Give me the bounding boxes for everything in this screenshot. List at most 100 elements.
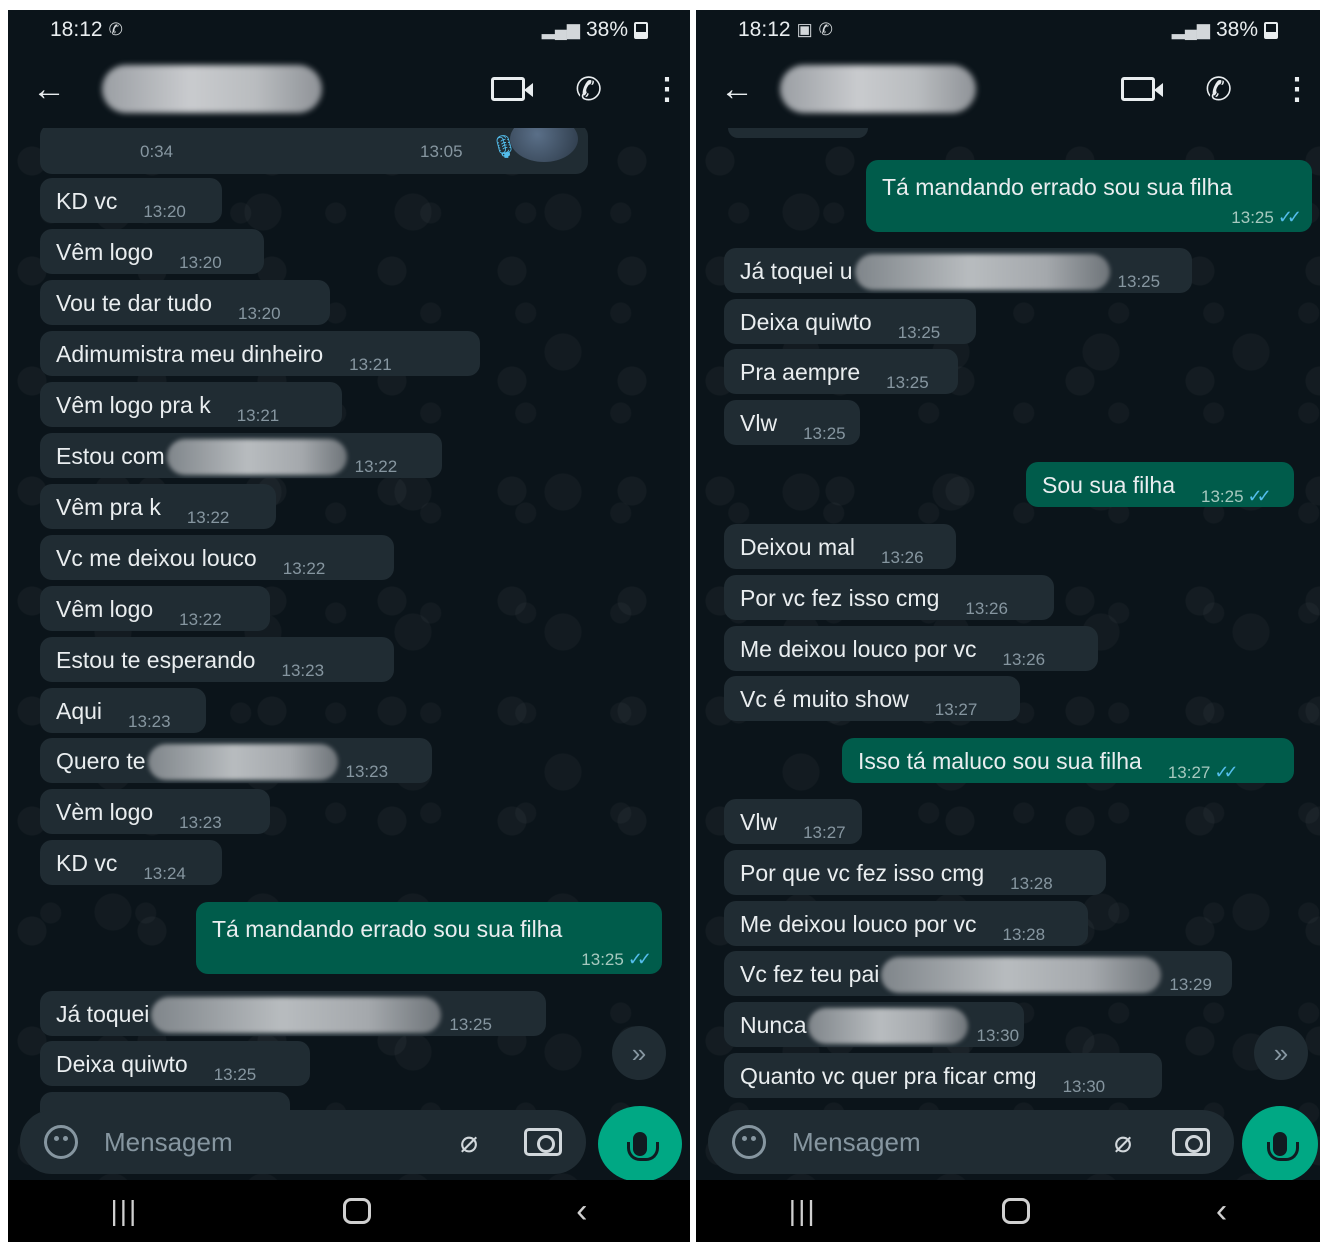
- message-time: 13:20: [143, 202, 186, 221]
- message-time: 13:23: [179, 813, 222, 832]
- incoming-message[interactable]: Deixa quiwto 13:25: [724, 299, 976, 344]
- contact-name-redacted[interactable]: [102, 65, 322, 113]
- incoming-message[interactable]: KD vc 13:24: [40, 840, 222, 885]
- message-time: 13:27 ✓✓: [1167, 762, 1239, 782]
- message-time: 13:25: [1117, 272, 1161, 291]
- phone-screen-left: 18:12 ✆ ▂▄▆ 38% ← ✆ ⋮ 0:34 13:05 🎙 KD vc…: [8, 10, 690, 1242]
- outgoing-message[interactable]: Sou sua filha 13:25 ✓✓: [1026, 462, 1294, 507]
- incoming-message[interactable]: Já toquei 13:25: [40, 991, 546, 1036]
- home-icon[interactable]: [1002, 1198, 1031, 1224]
- back-arrow-icon[interactable]: ←: [720, 70, 770, 109]
- incoming-message[interactable]: KD vc 13:20: [40, 178, 222, 223]
- home-icon[interactable]: [343, 1198, 372, 1224]
- incoming-message[interactable]: Adimumistra meu dinheiro 13:21: [40, 331, 480, 376]
- incoming-message[interactable]: Vêm logo pra k 13:21: [40, 382, 342, 427]
- incoming-message[interactable]: Vêm logo 13:22: [40, 586, 270, 631]
- incoming-message[interactable]: Deixa quiwto 13:25: [40, 1041, 310, 1086]
- incoming-message[interactable]: Quero te 13:23: [40, 738, 432, 783]
- recent-apps-icon[interactable]: |||: [110, 1195, 138, 1227]
- more-options-icon[interactable]: ⋮: [1282, 72, 1312, 107]
- message-input-pill[interactable]: ⌀: [20, 1110, 586, 1174]
- status-time: 18:12: [50, 18, 103, 41]
- message-text: Sou sua filha: [1042, 472, 1175, 498]
- emoji-sticker-icon[interactable]: [44, 1125, 78, 1159]
- attach-icon[interactable]: ⌀: [460, 1125, 478, 1160]
- incoming-message[interactable]: Deixou mal 13:26: [724, 524, 956, 569]
- incoming-message[interactable]: Vc fez teu pai 13:29: [724, 951, 1232, 996]
- message-time: 13:26: [1002, 650, 1046, 669]
- phone-screen-right: 18:12 ▣ ✆ ▂▄▆ 38% ← ✆ ⋮ Tá mandando erra…: [696, 10, 1320, 1242]
- redacted-text: [808, 1008, 969, 1044]
- mic-button[interactable]: [598, 1106, 682, 1182]
- read-ticks-icon: ✓✓: [1277, 207, 1302, 227]
- message-time: 13:25: [897, 323, 941, 342]
- message-time: 13:30: [976, 1026, 1020, 1045]
- recent-apps-icon[interactable]: |||: [789, 1195, 817, 1227]
- incoming-message[interactable]: Já toquei u 13:25: [724, 248, 1192, 293]
- incoming-message[interactable]: Estou te esperando 13:23: [40, 637, 394, 682]
- incoming-message[interactable]: Vc me deixou louco 13:22: [40, 535, 394, 580]
- incoming-message[interactable]: Estou com 13:22: [40, 433, 442, 478]
- mic-button[interactable]: [1242, 1106, 1318, 1182]
- incoming-message[interactable]: Pra aempre 13:25: [724, 349, 958, 394]
- message-text: Isso tá maluco sou sua filha: [858, 748, 1142, 774]
- message-input-pill[interactable]: ⌀: [708, 1110, 1234, 1174]
- message-text: Vêm logo: [56, 239, 154, 265]
- nav-back-icon[interactable]: ‹: [576, 1192, 587, 1231]
- signal-icon: ▂▄▆: [541, 20, 580, 39]
- message-time: 13:20: [238, 304, 281, 323]
- incoming-message[interactable]: Por vc fez isso cmg 13:26: [724, 575, 1054, 620]
- nav-back-icon[interactable]: ‹: [1216, 1192, 1227, 1231]
- incoming-message[interactable]: Vèm logo 13:23: [40, 789, 270, 834]
- phone-icon[interactable]: ✆: [1205, 70, 1232, 108]
- message-input[interactable]: [792, 1126, 1062, 1158]
- incoming-message[interactable]: Me deixou louco por vc 13:26: [724, 626, 1098, 671]
- scroll-down-icon[interactable]: »: [1254, 1026, 1308, 1080]
- status-time: 18:12: [738, 18, 791, 41]
- message-list: Tá mandando errado sou sua filha 13:25 ✓✓ J…: [696, 128, 1320, 1180]
- message-input[interactable]: [104, 1126, 404, 1158]
- message-time: 13:21: [236, 406, 280, 425]
- incoming-message[interactable]: Quanto vc quer pra ficar cmg 13:30: [724, 1053, 1162, 1098]
- incoming-message[interactable]: Vlw 13:27: [724, 799, 862, 844]
- incoming-message[interactable]: Vêm logo 13:20: [40, 229, 264, 274]
- incoming-message[interactable]: Me deixou louco por vc 13:28: [724, 901, 1088, 946]
- mic-icon: [1267, 1132, 1299, 1161]
- message-time: 13:25 ✓✓: [1231, 207, 1302, 227]
- incoming-message[interactable]: Vêm pra k 13:22: [40, 484, 276, 529]
- attach-icon[interactable]: ⌀: [1114, 1125, 1132, 1160]
- incoming-message[interactable]: Vc é muito show 13:27: [724, 676, 1020, 721]
- video-call-icon[interactable]: [1121, 77, 1164, 101]
- incoming-message[interactable]: Nunca 13:30: [724, 1002, 1024, 1047]
- outgoing-message[interactable]: Isso tá maluco sou sua filha 13:27 ✓✓: [842, 738, 1294, 783]
- battery-icon: [634, 21, 648, 39]
- scroll-down-icon[interactable]: »: [612, 1026, 666, 1080]
- redacted-text: [881, 957, 1162, 993]
- outgoing-message[interactable]: Tá mandando errado sou sua filha 13:25 ✓✓: [196, 902, 662, 974]
- message-text: Vlw: [740, 410, 778, 436]
- incoming-message[interactable]: Vlw 13:25: [724, 400, 860, 445]
- contact-name-redacted[interactable]: [780, 65, 976, 113]
- emoji-sticker-icon[interactable]: [732, 1125, 766, 1159]
- message-time: 13:28: [1002, 925, 1046, 944]
- message-text: Tá mandando errado sou sua filha: [212, 916, 563, 942]
- incoming-message[interactable]: Aqui 13:23: [40, 688, 206, 733]
- video-call-icon[interactable]: [491, 77, 534, 101]
- more-options-icon[interactable]: ⋮: [652, 72, 682, 107]
- composer: ⌀: [8, 1104, 690, 1182]
- message-text: Vêm pra k: [56, 494, 161, 520]
- incoming-message[interactable]: Vou te dar tudo 13:20: [40, 280, 330, 325]
- camera-icon[interactable]: [524, 1128, 562, 1156]
- message-time: 13:23: [281, 661, 325, 680]
- battery-percent: 38%: [585, 18, 628, 41]
- gallery-notification-icon: ▣: [796, 20, 813, 39]
- voice-message[interactable]: 0:34 13:05 🎙: [40, 128, 588, 174]
- message-time: 13:26: [965, 599, 1008, 618]
- incoming-message[interactable]: Por que vc fez isso cmg 13:28: [724, 850, 1106, 895]
- outgoing-message[interactable]: Tá mandando errado sou sua filha 13:25 ✓✓: [866, 160, 1312, 232]
- redacted-text: [854, 254, 1110, 290]
- message-list: 0:34 13:05 🎙 KD vc 13:20 Vêm logo 13:20 Vou …: [8, 128, 690, 1180]
- camera-icon[interactable]: [1172, 1128, 1210, 1156]
- back-arrow-icon[interactable]: ←: [32, 70, 82, 109]
- phone-icon[interactable]: ✆: [575, 70, 602, 108]
